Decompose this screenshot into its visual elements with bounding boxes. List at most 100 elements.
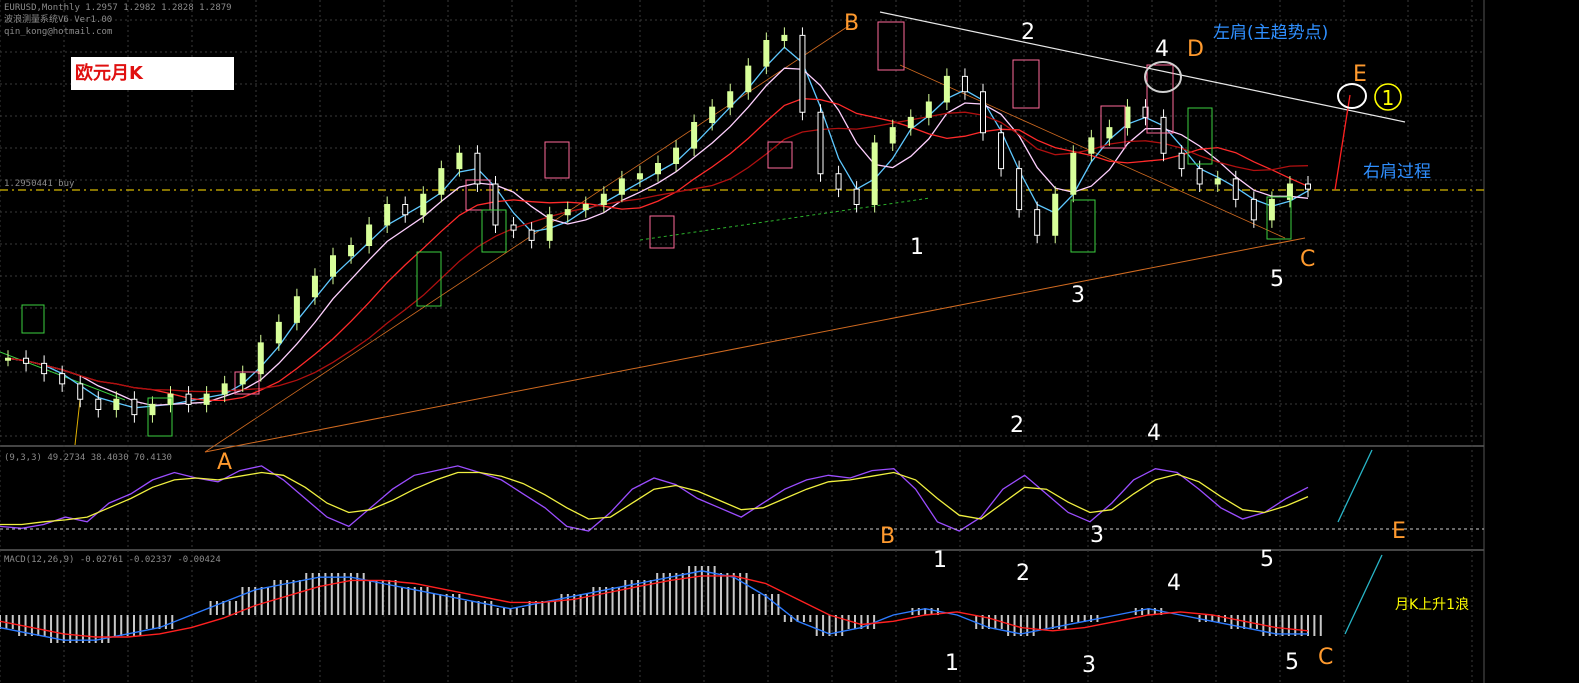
macd-label-5: 5 [1285,650,1299,675]
candle-body [582,204,589,211]
candle-body [1034,209,1041,236]
osc-label-1: 1 [933,548,947,573]
osc-label-B: B [880,524,895,549]
candle-body [1160,116,1167,154]
level-label: 1.2950441 buy [4,179,75,189]
candle-body [203,393,210,405]
candle-body [673,147,680,164]
candle-body [438,168,445,195]
candle-body [1070,152,1077,195]
candle-body [1232,178,1239,200]
candle-body [655,163,661,175]
osc-label: (9,3,3) 49.2734 38.4030 70.4130 [4,453,172,463]
candle-body [1088,137,1095,154]
candle-body [1305,183,1311,190]
candle-body [709,106,716,123]
candle-body [727,91,734,108]
osc-label-4: 4 [1147,421,1161,446]
macd-label-3: 3 [1082,653,1096,678]
candle-body [402,204,409,216]
osc-label-E: E [1392,519,1406,544]
candle-body [420,193,427,216]
candle-body [889,127,896,144]
candle-body [636,173,643,180]
candle-body [95,398,102,410]
candle-body [257,342,264,375]
candle-body [980,91,986,134]
osc-label-2: 2 [1010,413,1024,438]
candle-body [817,111,824,175]
wave-label-5: 5 [1270,267,1284,292]
candle-body [763,40,770,67]
candle-body [131,398,138,416]
symbol-line: EURUSD,Monthly 1.2957 1.2982 1.2828 1.28… [4,3,232,13]
candle-body [835,173,842,190]
candle-body [1214,178,1221,185]
candle-body [1124,106,1131,129]
chart-root: EURUSD,Monthly 1.2957 1.2982 1.2828 1.28… [0,0,1579,683]
candle-body [998,132,1005,170]
candle-body [961,75,968,93]
indicator-line: 波浪测量系统V6 Ver1.00 [4,13,112,25]
candle-body [149,403,156,416]
wave-label-D: D [1187,37,1204,62]
candle-body [1250,198,1257,221]
candle-body [781,34,788,41]
candle-body [528,229,535,241]
candle-body [59,373,66,385]
wave-label-2: 2 [1021,20,1035,45]
macd-wave-note: 月K上升1浪 [1395,597,1469,613]
author-line: qin_kong@hotmail.com [4,27,112,37]
candle-body [745,65,752,93]
candle-body [348,245,355,257]
wave-label-4: 4 [1155,37,1169,62]
macd-label-2: 2 [1016,561,1030,586]
candle-body [799,34,806,113]
candle-body [1268,198,1275,221]
candle-body [384,204,391,226]
wave-label-E: E [1353,62,1367,87]
wave-label-A: A [217,450,232,475]
candle-body [546,214,553,241]
wave-label-C: C [1300,247,1315,272]
candle-body [77,383,84,400]
candle-body [871,142,878,205]
macd-label-1: 1 [945,651,959,676]
left-shoulder-note: 左肩(主趋势点) [1213,23,1328,43]
candle-body [618,178,625,195]
candle-body [311,275,318,298]
candle-body [275,321,282,344]
candle-body [239,373,246,385]
candle-body [221,383,228,395]
circle-one-label: 1 [1382,86,1395,110]
candle-body [456,152,463,170]
candle-body [907,116,914,129]
candle-body [691,122,698,149]
candle-body [23,357,30,364]
candle-body [1016,168,1023,211]
candle-body [41,362,48,375]
candle-body [293,296,300,323]
macd-label-4: 4 [1167,571,1181,596]
candle-body [366,224,373,246]
candle-body [1196,168,1203,185]
candle-body [564,209,571,216]
wave-label-3: 3 [1071,283,1085,308]
osc-label-3: 3 [1090,523,1104,548]
wave-label-1: 1 [910,235,924,260]
candle-body [185,393,192,405]
osc-label-5: 5 [1260,547,1274,572]
wave-label-B: B [844,11,859,36]
candle-body [1106,127,1113,139]
chart-title: 欧元月K [71,57,234,90]
candle-body [492,183,499,226]
candle-body [853,188,860,205]
candle-body [510,224,517,231]
macd-label-C: C [1318,645,1333,670]
candle-body [5,357,11,361]
candle-body [330,255,336,277]
candle-body [943,75,950,103]
right-shoulder-note: 右肩过程 [1363,162,1431,182]
macd-label: MACD(12,26,9) -0.02761 -0.02337 -0.00424 [4,555,221,565]
candle-body [474,152,481,185]
